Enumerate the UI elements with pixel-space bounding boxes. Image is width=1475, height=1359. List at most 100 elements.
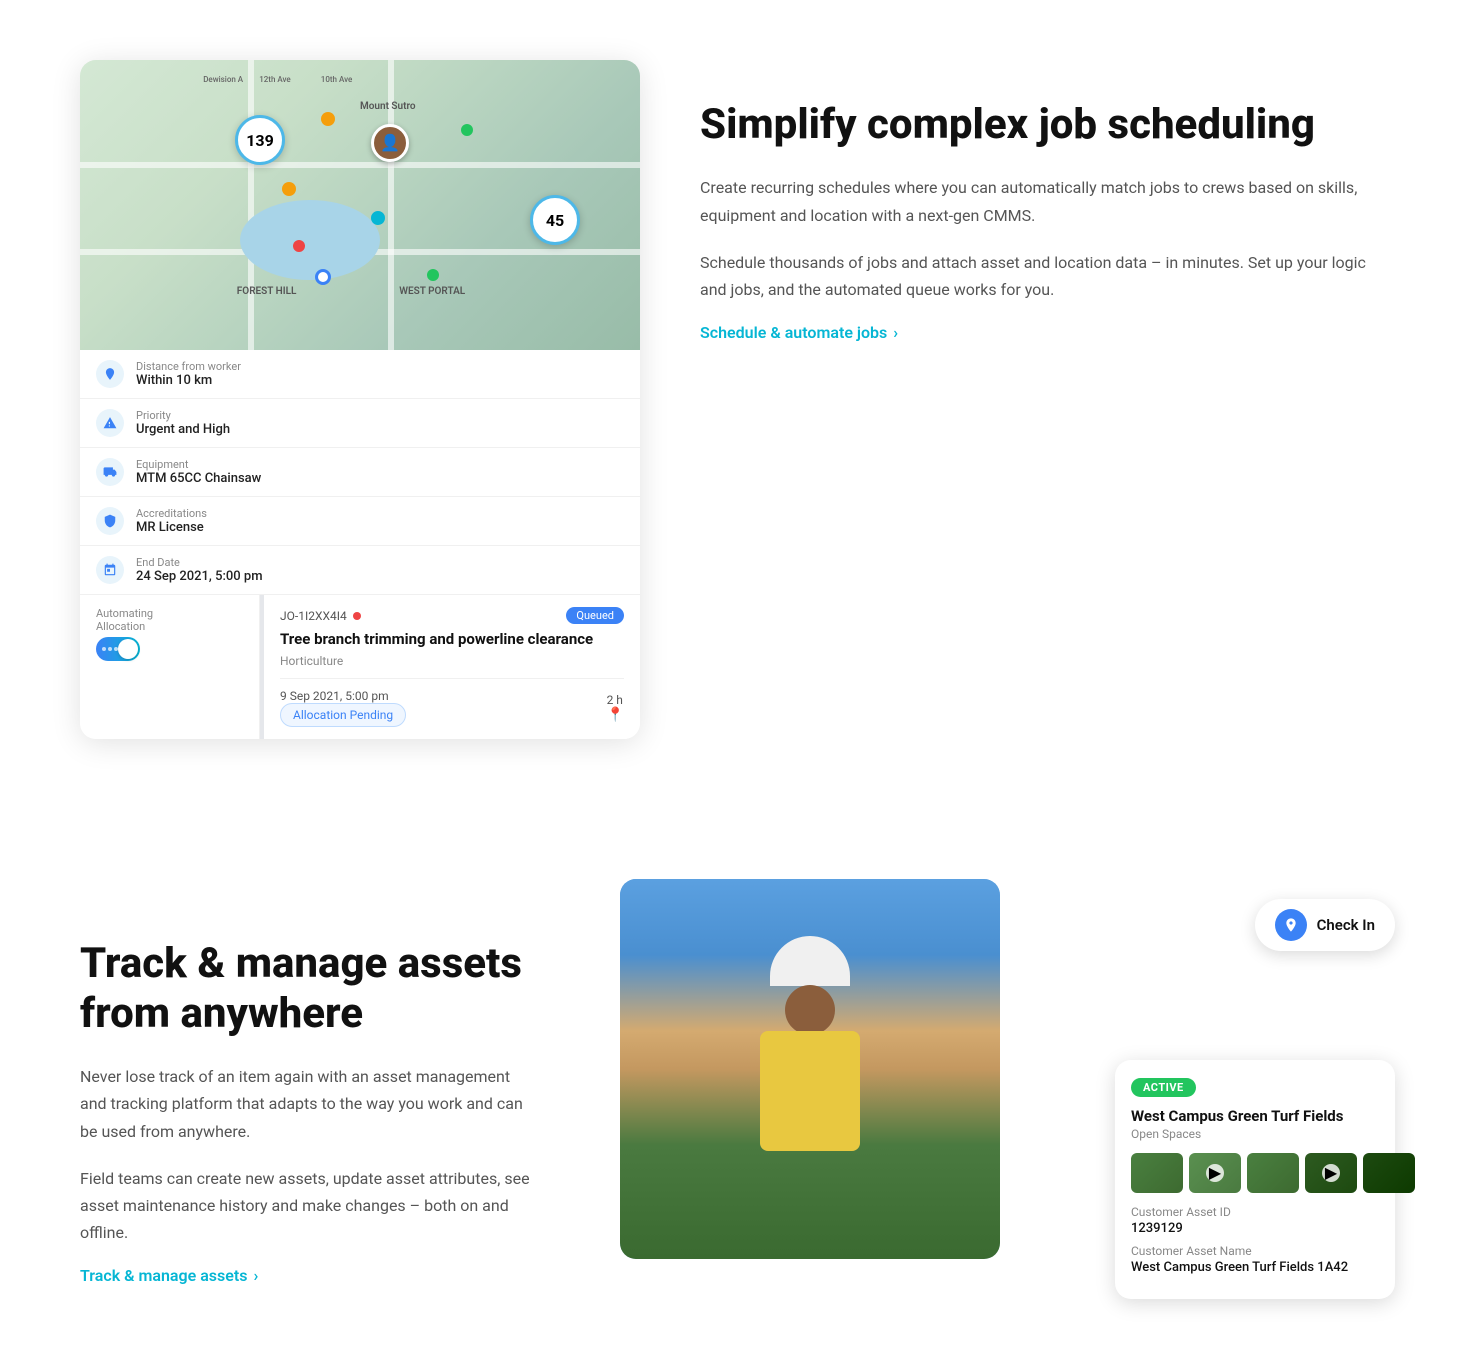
accreditations-label: Accreditations [136, 507, 207, 520]
map-dot-green-1 [461, 124, 473, 136]
worker-photo [620, 879, 1000, 1259]
asset-info-card: ACTIVE West Campus Green Turf Fields Ope… [1115, 1060, 1395, 1299]
allocation-toggle[interactable] [96, 637, 140, 661]
asset-card-container: Check In ACTIVE West Campus Green Turf F… [620, 879, 1395, 1299]
location-pin-icon: 📍 [607, 707, 624, 723]
automating-box: AutomatingAllocation [80, 595, 260, 739]
job-scheduling-ui-card: 12th Ave 10th Ave Dewision A FOREST HILL… [80, 60, 640, 739]
play-button-2[interactable]: ▶ [1322, 1164, 1340, 1182]
filter-row-enddate: End Date 24 Sep 2021, 5:00 pm [80, 546, 640, 595]
job-header: JO-1I2XX4I4 Queued [280, 607, 624, 624]
thumbnail-5 [1363, 1153, 1415, 1193]
street-label-3: Dewision A [203, 75, 243, 84]
map-dot-red-1 [293, 240, 305, 252]
map-dot-teal-1 [371, 211, 385, 225]
accreditations-value: MR License [136, 520, 207, 535]
check-in-text: Check In [1317, 916, 1375, 934]
calendar-icon [96, 556, 124, 584]
filter-row-distance: Distance from worker Within 10 km [80, 350, 640, 399]
job-title: Tree branch trimming and powerline clear… [280, 630, 624, 650]
thumbnail-3 [1247, 1153, 1299, 1193]
map-label-forest-hill: FOREST HILL [237, 286, 297, 297]
section1-para1: Create recurring schedules where you can… [700, 174, 1395, 228]
section1-cta[interactable]: Schedule & automate jobs › [700, 323, 1395, 342]
equipment-label: Equipment [136, 458, 261, 471]
section2-para1: Never lose track of an item again with a… [80, 1063, 540, 1145]
toggle-thumb [118, 639, 138, 659]
section2-cta[interactable]: Track & manage assets › [80, 1266, 540, 1285]
job-duration: 2 h [607, 693, 624, 707]
asset-name: West Campus Green Turf Fields [1131, 1107, 1379, 1125]
active-status-badge: ACTIVE [1131, 1078, 1196, 1097]
map-dot-orange-1 [321, 112, 335, 126]
section2-heading: Track & manage assets from anywhere [80, 939, 540, 1040]
chevron-right-icon: › [893, 323, 898, 342]
filter-row-equipment: Equipment MTM 65CC Chainsaw [80, 448, 640, 497]
play-button-1[interactable]: ▶ [1206, 1164, 1224, 1182]
map-dot-ring-1 [315, 269, 331, 285]
street-label-2: 10th Ave [321, 75, 353, 84]
bottom-row: AutomatingAllocation [80, 595, 640, 739]
check-in-icon [1275, 909, 1307, 941]
customer-asset-id-label: Customer Asset ID [1131, 1205, 1379, 1219]
worker-silhouette [620, 879, 1000, 1259]
equipment-value: MTM 65CC Chainsaw [136, 471, 261, 486]
map-lake [240, 200, 380, 280]
section2-para2: Field teams can create new assets, updat… [80, 1165, 540, 1247]
worker-body [760, 1031, 860, 1151]
enddate-value: 24 Sep 2021, 5:00 pm [136, 569, 263, 584]
asset-type: Open Spaces [1131, 1127, 1379, 1141]
section-asset-management: Track & manage assets from anywhere Neve… [0, 819, 1475, 1359]
map-area: 12th Ave 10th Ave Dewision A FOREST HILL… [80, 60, 640, 350]
distance-label: Distance from worker [136, 360, 241, 373]
section1-heading: Simplify complex job scheduling [700, 100, 1395, 150]
priority-label: Priority [136, 409, 230, 422]
job-footer: 9 Sep 2021, 5:00 pm Allocation Pending 2… [280, 678, 624, 727]
street-label-1: 12th Ave [259, 75, 291, 84]
location-icon [96, 360, 124, 388]
job-id: JO-1I2XX4I4 [280, 609, 361, 623]
allocation-badge: Allocation Pending [280, 703, 406, 727]
enddate-label: End Date [136, 556, 263, 569]
accreditations-icon [96, 507, 124, 535]
automating-label: AutomatingAllocation [96, 607, 243, 633]
section1-para2: Schedule thousands of jobs and attach as… [700, 249, 1395, 303]
job-date: 9 Sep 2021, 5:00 pm [280, 689, 406, 703]
job-category: Horticulture [280, 654, 624, 668]
filter-row-accreditations: Accreditations MR License [80, 497, 640, 546]
section2-text: Track & manage assets from anywhere Neve… [80, 879, 540, 1286]
equipment-icon [96, 458, 124, 486]
thumbnail-4: ▶ [1305, 1153, 1357, 1193]
section1-text: Simplify complex job scheduling Create r… [700, 60, 1395, 342]
filter-panel: Distance from worker Within 10 km Priori… [80, 350, 640, 739]
chevron-right-icon-2: › [253, 1266, 258, 1285]
customer-asset-name-label: Customer Asset Name [1131, 1244, 1379, 1258]
map-dot-green-2 [427, 269, 439, 281]
toggle-dot-2 [108, 647, 112, 651]
distance-value: Within 10 km [136, 373, 241, 388]
thumbnail-1 [1131, 1153, 1183, 1193]
worker-face [785, 985, 835, 1035]
job-status-dot [353, 612, 361, 620]
filter-row-priority: Priority Urgent and High [80, 399, 640, 448]
map-badge-139: 139 [235, 115, 285, 165]
map-dot-orange-2 [282, 182, 296, 196]
priority-icon [96, 409, 124, 437]
toggle-dot-3 [114, 647, 118, 651]
thumbnail-2: ▶ [1189, 1153, 1241, 1193]
check-in-bubble: Check In [1255, 899, 1395, 951]
toggle-dot-1 [102, 647, 106, 651]
map-badge-45: 45 [530, 195, 580, 245]
worker-helmet [770, 936, 850, 986]
job-card: JO-1I2XX4I4 Queued Tree branch trimming … [260, 595, 640, 739]
map-label-mount-sutro: Mount Sutro [360, 101, 416, 112]
worker-avatar-pin: 👤 [371, 124, 409, 162]
priority-value: Urgent and High [136, 422, 230, 437]
customer-asset-id-value: 1239129 [1131, 1221, 1379, 1236]
thumbnail-row: ▶ ▶ [1131, 1153, 1379, 1193]
toggle-container [96, 637, 243, 661]
queued-badge: Queued [566, 607, 624, 624]
map-label-west-portal: WEST PORTAL [399, 286, 465, 297]
section-job-scheduling: 12th Ave 10th Ave Dewision A FOREST HILL… [0, 0, 1475, 819]
customer-asset-name-value: West Campus Green Turf Fields 1A42 [1131, 1260, 1379, 1275]
